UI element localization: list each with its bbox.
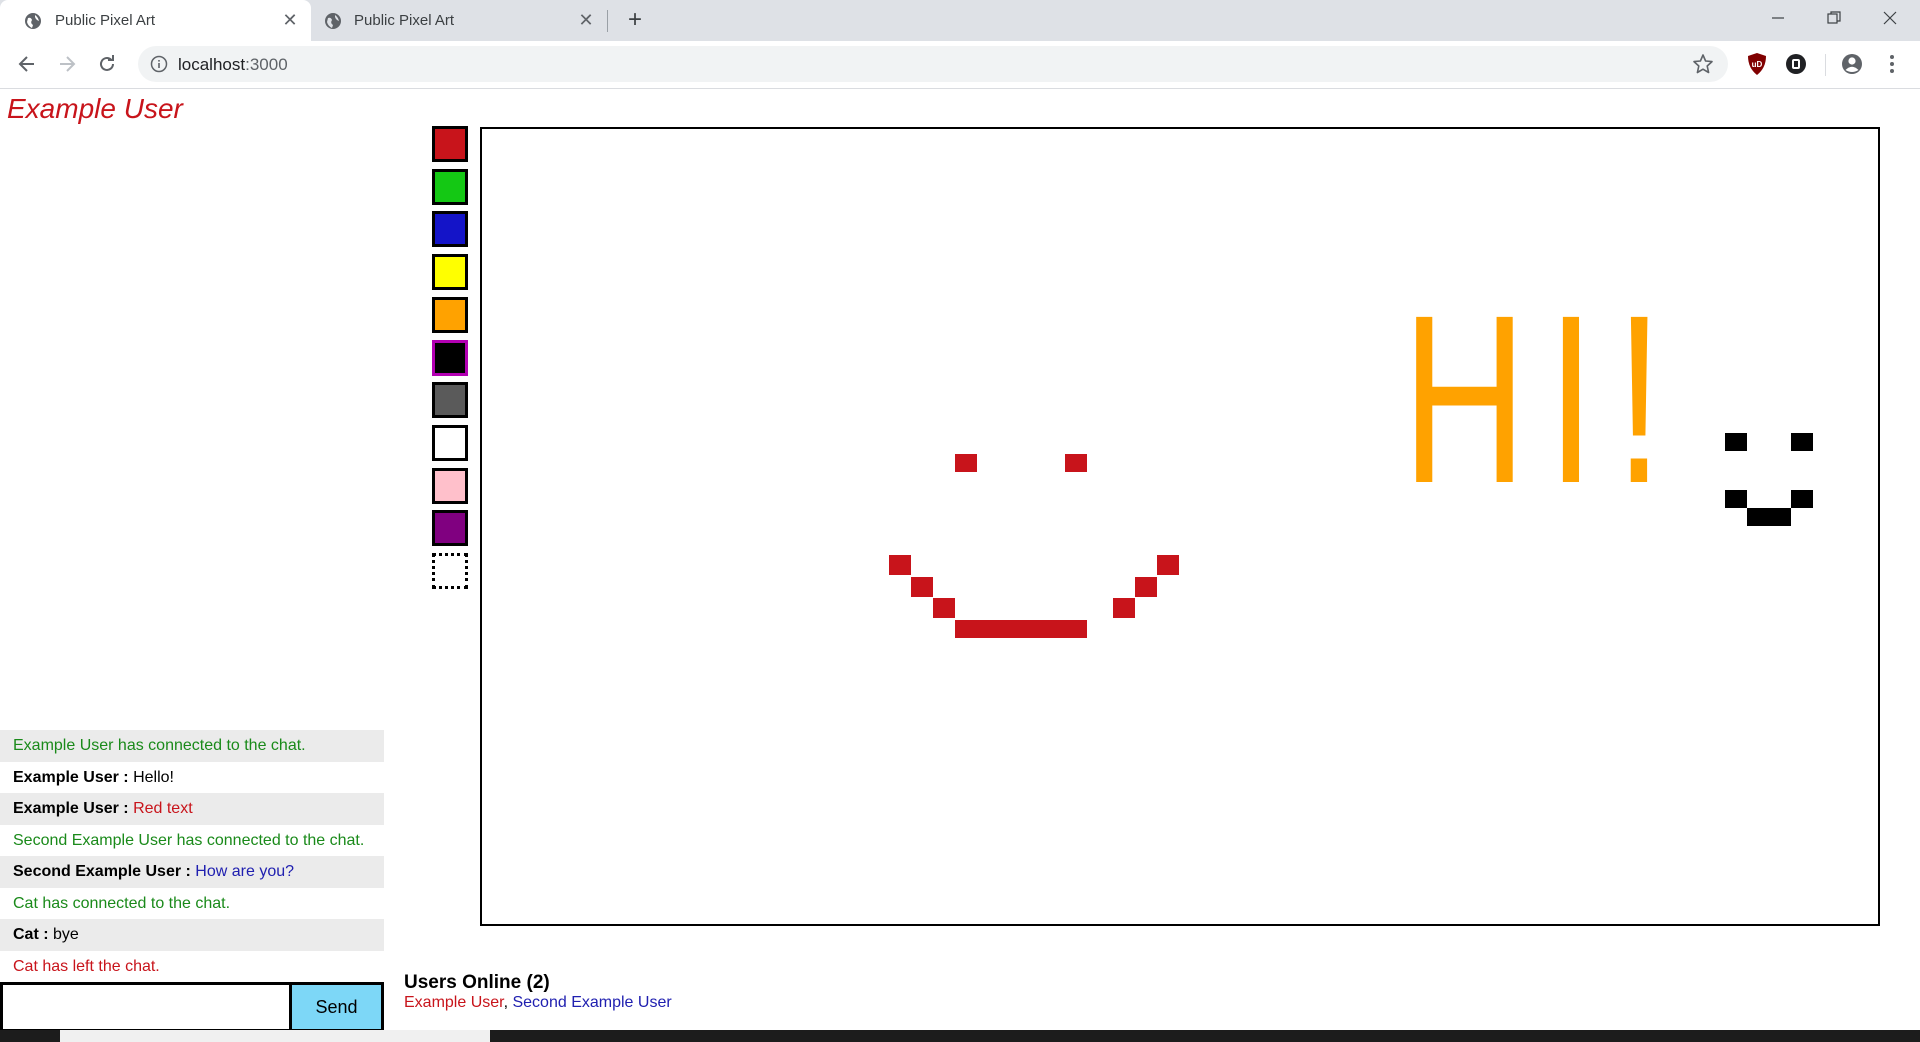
close-icon[interactable]: ✕ xyxy=(577,11,595,29)
chat-message-text: bye xyxy=(53,926,79,943)
window-close-button[interactable] xyxy=(1862,0,1918,38)
face-eye-pixel xyxy=(1791,433,1813,451)
online-user: Second Example User xyxy=(512,994,672,1011)
tab-title: Public Pixel Art xyxy=(55,12,156,29)
send-button[interactable]: Send xyxy=(289,985,381,1029)
face-mouth-pixel xyxy=(1725,490,1747,508)
back-button[interactable] xyxy=(12,49,42,79)
profile-avatar-icon[interactable] xyxy=(1840,52,1864,76)
forward-button[interactable] xyxy=(52,49,82,79)
browser-tabstrip: Public Pixel Art ✕ Public Pixel Art ✕ + xyxy=(0,0,1920,41)
tab-title: Public Pixel Art xyxy=(354,12,455,29)
users-online-list: Example User, Second Example User xyxy=(404,994,672,1012)
chat-message: Example User : Hello! xyxy=(0,762,384,794)
chat-message: Cat : bye xyxy=(0,919,384,951)
os-taskbar xyxy=(0,1030,1920,1042)
info-icon[interactable] xyxy=(150,55,168,73)
page-content: Example User HI! Example User has connec… xyxy=(0,89,1920,1030)
color-swatch-orange[interactable] xyxy=(432,296,468,333)
menu-kebab-icon[interactable] xyxy=(1880,52,1904,76)
chat-message-text: Cat has left the chat. xyxy=(13,957,160,975)
chat-form: Send xyxy=(0,982,384,1032)
chat-message-text: Cat has connected to the chat. xyxy=(13,894,231,912)
chat-message-author: Cat : xyxy=(13,926,53,943)
face-mouth-pixel xyxy=(1791,490,1813,508)
drawing-canvas[interactable]: HI! xyxy=(480,127,1880,926)
minimize-icon xyxy=(1772,17,1784,19)
smiley-mouth-pixel xyxy=(1157,555,1179,575)
tab-divider xyxy=(607,10,608,32)
face-eye-pixel xyxy=(1725,433,1747,451)
forward-arrow-icon xyxy=(60,56,76,72)
chat-message-author: Example User : xyxy=(13,800,134,817)
chat-input[interactable] xyxy=(3,985,289,1029)
extension-icon[interactable] xyxy=(1784,52,1808,76)
chat-message: Second Example User has connected to the… xyxy=(0,825,384,857)
chat-message: Example User : Red text xyxy=(0,793,384,825)
ublock-extension-icon[interactable]: uD xyxy=(1745,52,1769,76)
users-online-title: Users Online (2) xyxy=(404,972,550,993)
reload-icon xyxy=(100,55,114,71)
chat-message: Cat has connected to the chat. xyxy=(0,888,384,920)
face-mouth-pixel xyxy=(1747,508,1791,526)
smiley-mouth-pixel xyxy=(1135,577,1157,597)
color-swatch-eraser[interactable] xyxy=(432,553,468,589)
globe-icon xyxy=(25,13,41,29)
chat-message-author: Second Example User : xyxy=(13,863,196,880)
back-arrow-icon xyxy=(18,56,34,72)
color-swatch-white[interactable] xyxy=(432,424,468,461)
chat-message: Example User has connected to the chat. xyxy=(0,730,384,762)
bookmark-star-icon[interactable] xyxy=(1692,53,1714,75)
chat-message-text: Example User has connected to the chat. xyxy=(13,737,306,754)
smiley-eye-pixel xyxy=(955,454,977,472)
chat-message-author: Example User : xyxy=(13,768,134,786)
online-user: Example User xyxy=(404,994,504,1011)
restore-button[interactable] xyxy=(1806,0,1862,38)
color-swatch-blue[interactable] xyxy=(432,211,468,248)
smiley-mouth-pixel xyxy=(911,577,933,597)
smiley-eye-pixel xyxy=(1065,454,1087,472)
smiley-mouth-pixel xyxy=(955,620,1087,638)
chat-message-text: Second Example User has connected to the… xyxy=(13,831,365,849)
chat-message: Second Example User : How are you? xyxy=(0,856,384,888)
globe-icon xyxy=(325,13,341,29)
current-username: Example User xyxy=(7,93,183,124)
new-tab-button[interactable]: + xyxy=(621,8,649,34)
color-swatch-gray[interactable] xyxy=(432,382,468,419)
toolbar-divider xyxy=(1825,54,1826,76)
chat-log: Example User has connected to the chat. E… xyxy=(0,730,384,982)
address-bar[interactable]: localhost:3000 xyxy=(138,46,1728,82)
smiley-mouth-pixel xyxy=(889,555,911,575)
reload-button[interactable] xyxy=(92,49,122,79)
close-icon xyxy=(1883,11,1897,25)
browser-tab-inactive[interactable]: Public Pixel Art ✕ xyxy=(311,0,607,41)
color-swatch-green[interactable] xyxy=(432,168,468,205)
url-text[interactable]: localhost:3000 xyxy=(178,55,288,75)
color-swatch-red[interactable] xyxy=(432,126,468,162)
hi-pixel-text: HI! xyxy=(1402,265,1684,533)
browser-toolbar: localhost:3000 uD xyxy=(0,41,1920,89)
smiley-mouth-pixel xyxy=(933,598,955,618)
url-host: localhost xyxy=(178,55,246,74)
taskbar-search[interactable] xyxy=(60,1030,490,1042)
chat-message-text: How are you? xyxy=(195,863,295,880)
color-swatch-purple[interactable] xyxy=(432,510,468,547)
close-icon[interactable]: ✕ xyxy=(281,11,299,29)
minimize-button[interactable] xyxy=(1750,0,1806,38)
color-swatch-pink[interactable] xyxy=(432,467,468,504)
chat-message-text: Hello! xyxy=(133,768,174,786)
svg-text:uD: uD xyxy=(1752,60,1763,69)
chat-message-text: Red text xyxy=(133,800,193,817)
url-port: :3000 xyxy=(245,55,288,74)
color-swatch-black[interactable] xyxy=(432,339,468,376)
smiley-mouth-pixel xyxy=(1113,598,1135,618)
restore-icon xyxy=(1827,11,1841,24)
color-swatch-yellow[interactable] xyxy=(432,254,468,291)
browser-tab-active[interactable]: Public Pixel Art ✕ xyxy=(0,0,311,41)
chat-message: Cat has left the chat. xyxy=(0,951,384,983)
